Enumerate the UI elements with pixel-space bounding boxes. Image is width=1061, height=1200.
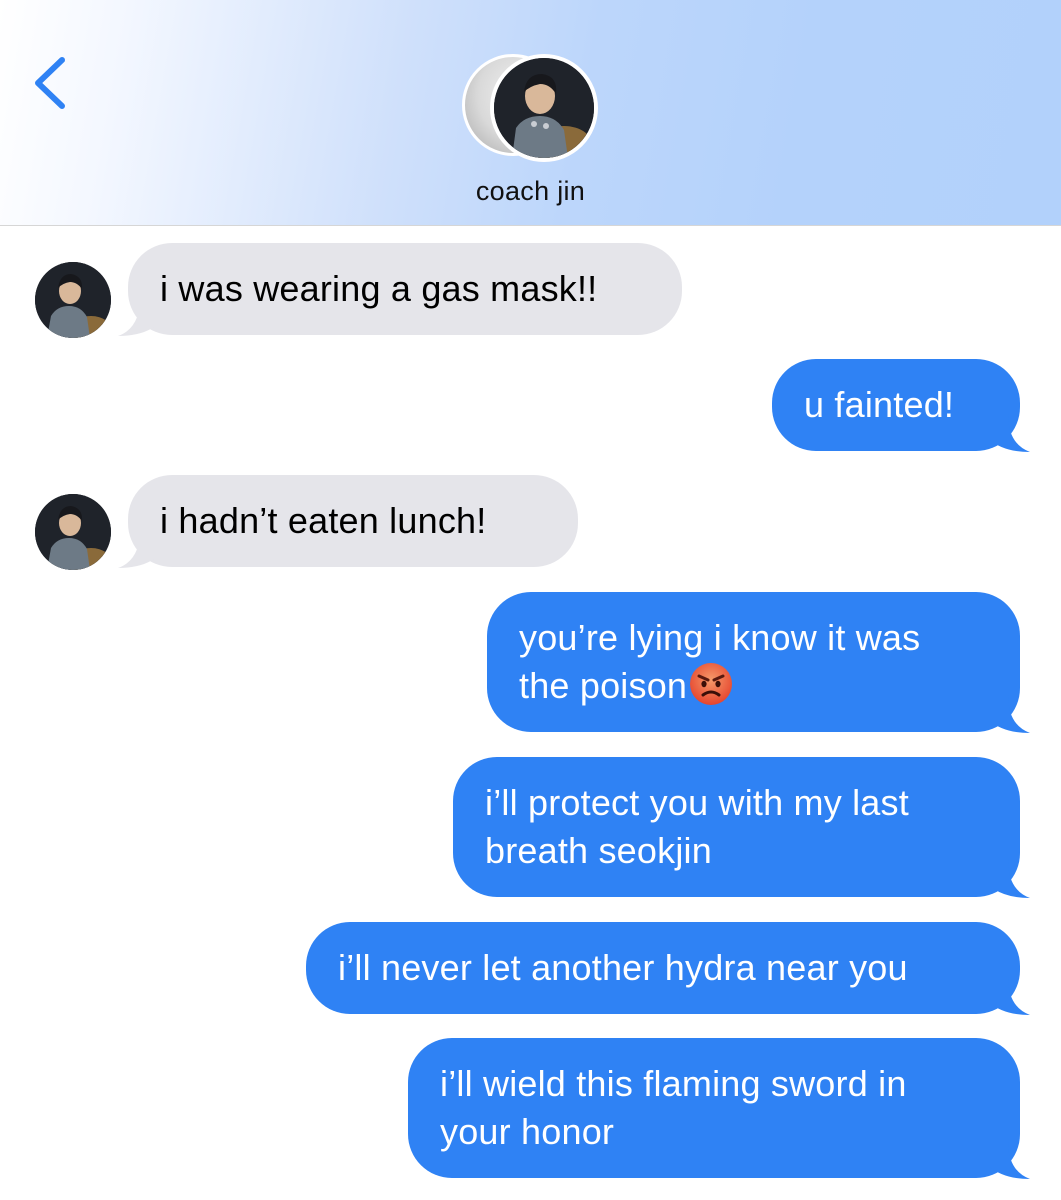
message-bubble-outgoing[interactable]: u fainted!: [772, 359, 1020, 451]
message-thread: i was wearing a gas mask!! u fainted! i …: [0, 226, 1061, 1200]
message-bubble-outgoing[interactable]: i’ll wield this flaming sword in your ho…: [408, 1038, 1020, 1178]
message-bubble-outgoing[interactable]: i’ll protect you with my last breath seo…: [453, 757, 1020, 897]
bubble-tail: [118, 298, 158, 336]
bubble-tail: [990, 695, 1030, 733]
message-bubble-incoming[interactable]: i was wearing a gas mask!!: [128, 243, 682, 335]
sender-avatar[interactable]: [35, 262, 111, 338]
back-button[interactable]: [26, 50, 76, 114]
message-text: i’ll never let another hydra near you: [338, 947, 908, 988]
conversation-header: coach jin: [0, 0, 1061, 226]
bubble-tail: [118, 530, 158, 568]
message-text-line: i’ll wield this flaming sword in: [440, 1063, 907, 1104]
message-bubble-incoming[interactable]: i hadn’t eaten lunch!: [128, 475, 578, 567]
contact-name[interactable]: coach jin: [0, 176, 1061, 207]
message-text-line: the poison: [519, 662, 988, 710]
message-text-line: i’ll protect you with my last: [485, 782, 909, 823]
message-text: i hadn’t eaten lunch!: [160, 500, 487, 541]
message-text-line: breath seokjin: [485, 830, 712, 871]
message-text: the poison: [519, 665, 688, 706]
group-avatar[interactable]: [462, 54, 598, 162]
bubble-tail: [990, 1141, 1030, 1179]
message-text-line: you’re lying i know it was: [519, 617, 921, 658]
chevron-left-icon: [35, 57, 65, 109]
message-text: u fainted!: [804, 384, 955, 425]
message-bubble-outgoing[interactable]: i’ll never let another hydra near you: [306, 922, 1020, 1014]
angry-face-icon: [690, 663, 733, 705]
avatar-primary: [490, 54, 598, 162]
sender-avatar[interactable]: [35, 494, 111, 570]
bubble-tail: [990, 414, 1030, 452]
bubble-tail: [990, 977, 1030, 1015]
message-bubble-outgoing[interactable]: you’re lying i know it was the poison: [487, 592, 1020, 732]
bubble-tail: [990, 860, 1030, 898]
message-text-line: your honor: [440, 1111, 615, 1152]
message-text: i was wearing a gas mask!!: [160, 268, 598, 309]
